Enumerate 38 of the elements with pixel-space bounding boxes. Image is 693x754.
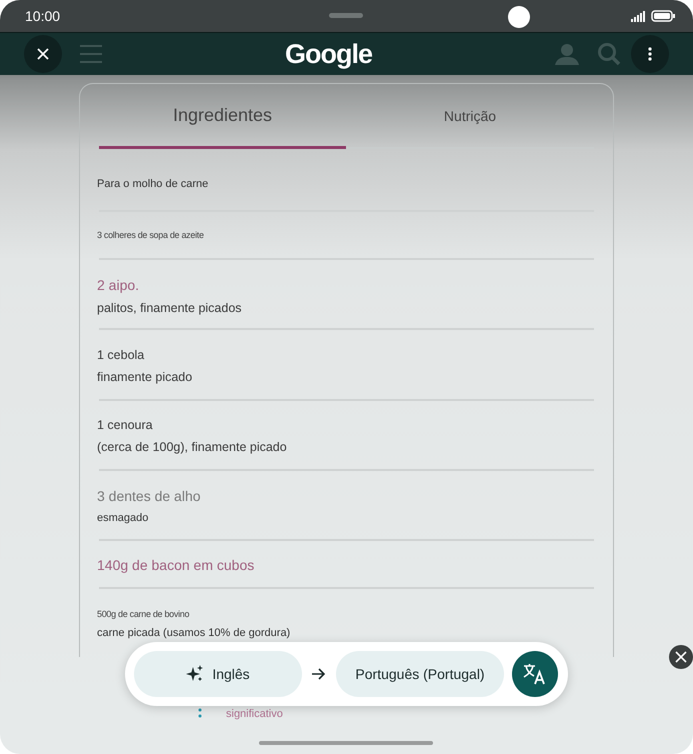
ingredient-text: 1 cenoura bbox=[97, 418, 154, 432]
arrow-right-icon bbox=[312, 668, 326, 680]
ingredient-text: 2 aipo. bbox=[97, 277, 140, 293]
person-icon[interactable] bbox=[555, 43, 579, 65]
ingredient-text: 500g de carne de bovino bbox=[97, 609, 190, 619]
source-language-button[interactable]: Inglês bbox=[134, 651, 302, 697]
ingredient-text: 3 colheres de sopa de azeite bbox=[97, 230, 205, 240]
ingredient-text: 3 dentes de alho bbox=[97, 488, 202, 504]
signal-icon bbox=[631, 10, 645, 22]
google-logo: Google bbox=[284, 38, 373, 70]
translate-button[interactable] bbox=[512, 651, 558, 697]
field-text: significativo bbox=[226, 708, 283, 720]
sparkle-icon bbox=[186, 665, 204, 683]
ingredient-text: 1 cebola bbox=[97, 348, 146, 362]
ingredient-text: (cerca de 100g), finamente picado bbox=[97, 440, 288, 454]
close-icon bbox=[675, 651, 687, 663]
ingredient-text: 140g de bacon em cubos bbox=[97, 557, 256, 573]
ingredient-text: palitos, finamente picados bbox=[97, 301, 243, 315]
drag-handle[interactable] bbox=[329, 13, 363, 18]
clock-time: 10:00 bbox=[25, 8, 60, 24]
ingredient-text: esmagado bbox=[97, 512, 150, 524]
ingredient-text: finamente picado bbox=[97, 370, 194, 384]
more-options-button[interactable] bbox=[631, 35, 669, 73]
menu-icon[interactable] bbox=[80, 44, 102, 64]
tab[interactable]: Nutrição bbox=[346, 84, 594, 147]
ingredient-text: carne picada (usamos 10% de gordura) bbox=[97, 627, 292, 639]
battery-icon bbox=[651, 10, 675, 22]
more-icon bbox=[648, 47, 652, 61]
camera-cutout bbox=[508, 6, 530, 28]
ingredient-text: Para o molho de carne bbox=[97, 178, 210, 190]
drag-dots-icon bbox=[198, 708, 202, 718]
translate-icon bbox=[523, 663, 547, 685]
close-icon bbox=[37, 48, 49, 60]
target-language-button[interactable]: Português (Portugal) bbox=[336, 651, 504, 697]
search-icon[interactable] bbox=[597, 42, 621, 66]
home-indicator[interactable] bbox=[259, 741, 433, 745]
tab[interactable]: Ingredientes bbox=[99, 84, 346, 149]
close-button[interactable] bbox=[24, 35, 62, 73]
